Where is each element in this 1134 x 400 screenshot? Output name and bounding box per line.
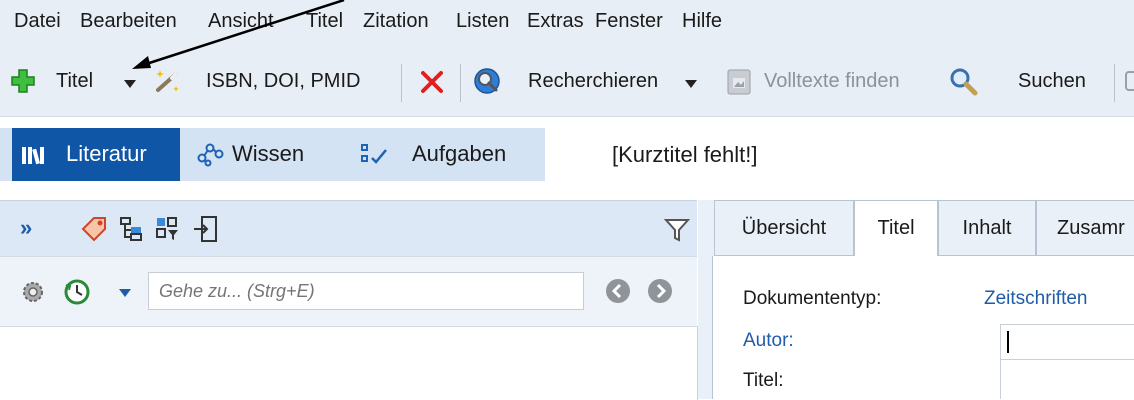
suchen-label: Suchen (1018, 70, 1086, 92)
print-icon[interactable] (1124, 68, 1134, 94)
tab-inhalt-label: Inhalt (962, 217, 1012, 239)
chevron-down-icon[interactable] (118, 288, 132, 298)
add-title-label: Titel (56, 70, 94, 92)
search-icon (950, 68, 978, 96)
tab-zusammenhang[interactable]: Zusamr (1036, 200, 1134, 256)
titel-field-label: Titel: (743, 370, 784, 391)
books-icon (22, 147, 44, 165)
research-icon (474, 68, 500, 94)
nav-wissen-label: Wissen (232, 141, 305, 166)
forward-arrow-icon[interactable] (646, 277, 674, 305)
import-icon[interactable] (192, 215, 220, 243)
toolbar-separator (1114, 64, 1115, 102)
menu-extras[interactable]: Extras (527, 10, 584, 33)
titel-input[interactable] (1000, 360, 1134, 399)
tab-uebersicht[interactable]: Übersicht (714, 200, 854, 256)
tab-titel[interactable]: Titel (854, 200, 938, 256)
autor-input[interactable] (1000, 324, 1134, 360)
menu-hilfe[interactable]: Hilfe (682, 10, 722, 33)
text-cursor (1007, 331, 1009, 353)
title-list[interactable] (0, 326, 698, 400)
goto-input[interactable] (148, 272, 584, 310)
titel-form: Dokumententyp: Zeitschriften Autor: Tite… (712, 256, 1134, 399)
tree-list-icon[interactable] (118, 215, 146, 243)
record-short-title: [Kurztitel fehlt!] (612, 142, 758, 167)
back-arrow-icon[interactable] (604, 277, 632, 305)
tab-titel-label: Titel (877, 217, 915, 239)
delete-icon[interactable] (419, 69, 445, 95)
menu-zitation[interactable]: Zitation (363, 10, 429, 33)
menu-listen[interactable]: Listen (456, 10, 509, 33)
nav-aufgaben-label: Aufgaben (412, 141, 507, 166)
history-icon[interactable] (62, 277, 92, 307)
left-pane-toolbar: » (0, 200, 697, 257)
tab-uebersicht-label: Übersicht (741, 217, 827, 239)
menu-datei[interactable]: Datei (14, 10, 61, 33)
filter-icon[interactable] (664, 217, 690, 243)
dokumententyp-value-link[interactable]: Zeitschriften (984, 288, 1087, 310)
document-image-icon (727, 69, 751, 95)
nav-aufgaben[interactable]: Aufgaben (356, 128, 536, 181)
annotation-arrow (132, 0, 345, 69)
gear-icon[interactable] (20, 279, 46, 305)
expand-chevrons-icon[interactable]: » (20, 215, 32, 241)
toolbar-separator (401, 64, 402, 102)
knowledge-network-icon (197, 143, 224, 167)
tag-icon[interactable] (80, 215, 108, 243)
autor-label-link[interactable]: Autor: (743, 330, 794, 352)
left-pane-goto-bar (0, 256, 697, 327)
chevron-down-icon[interactable] (684, 79, 698, 89)
nav-literatur-label: Literatur (66, 141, 147, 166)
nav-literatur[interactable]: Literatur (12, 128, 180, 181)
tab-inhalt[interactable]: Inhalt (938, 200, 1036, 256)
task-checklist-icon (361, 144, 387, 164)
volltexte-finden-label: Volltexte finden (764, 70, 900, 92)
suchen-button[interactable]: Suchen (946, 46, 1106, 116)
dokumententyp-label: Dokumententyp: (743, 288, 882, 309)
add-icon (11, 69, 35, 93)
recherchieren-button[interactable]: Recherchieren (470, 46, 670, 116)
volltexte-finden-button[interactable]: Volltexte finden (706, 46, 962, 116)
nav-wissen[interactable]: Wissen (190, 128, 345, 181)
tab-zusammenhang-label: Zusamr (1057, 217, 1125, 239)
toolbar-separator (460, 64, 461, 102)
grid-filter-icon[interactable] (154, 215, 182, 243)
menu-fenster[interactable]: Fenster (595, 10, 663, 33)
chevron-down-icon[interactable] (123, 79, 137, 89)
recherchieren-label: Recherchieren (528, 70, 659, 92)
